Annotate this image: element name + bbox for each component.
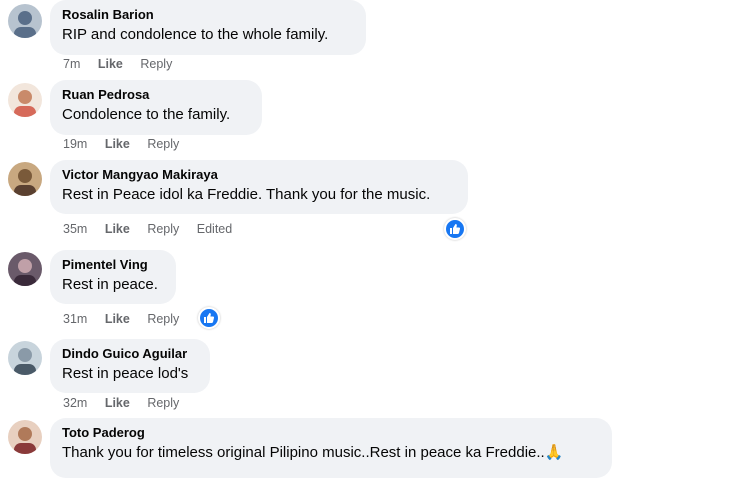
comment-bubble: Toto Paderog Thank you for timeless orig… [50, 418, 612, 478]
comment-actions: 32m Like Reply [63, 396, 193, 410]
comment-actions: 31m Like Reply [63, 312, 193, 326]
comment-time[interactable]: 31m [63, 312, 87, 326]
like-button[interactable]: Like [105, 312, 130, 326]
avatar[interactable] [8, 83, 42, 117]
comment-time[interactable]: 19m [63, 137, 87, 151]
comment-author[interactable]: Pimentel Ving [62, 256, 164, 274]
comment-text: RIP and condolence to the whole family. [62, 26, 329, 43]
comment-bubble: Ruan Pedrosa Condolence to the family. [50, 80, 262, 135]
avatar[interactable] [8, 420, 42, 454]
like-reaction-icon[interactable] [444, 218, 466, 240]
comment-text: Rest in peace. [62, 276, 158, 293]
comment-author[interactable]: Rosalin Barion [62, 6, 354, 24]
like-button[interactable]: Like [105, 222, 130, 236]
comment-author[interactable]: Toto Paderog [62, 424, 600, 442]
comment-time[interactable]: 32m [63, 396, 87, 410]
edited-label[interactable]: Edited [197, 222, 232, 236]
comment-text: Rest in peace lod's [62, 365, 189, 382]
comment-author[interactable]: Victor Mangyao Makiraya [62, 166, 456, 184]
like-button[interactable]: Like [105, 137, 130, 151]
comment-bubble: Victor Mangyao Makiraya Rest in Peace id… [50, 160, 468, 214]
comment-time[interactable]: 35m [63, 222, 87, 236]
reply-button[interactable]: Reply [147, 396, 179, 410]
comment-text: Thank you for timeless original Pilipino… [62, 444, 564, 461]
reply-button[interactable]: Reply [147, 312, 179, 326]
like-reaction-icon[interactable] [198, 307, 220, 329]
comment-text: Rest in Peace idol ka Freddie. Thank you… [62, 186, 431, 203]
avatar[interactable] [8, 252, 42, 286]
avatar[interactable] [8, 162, 42, 196]
avatar[interactable] [8, 4, 42, 38]
like-button[interactable]: Like [105, 396, 130, 410]
comment-author[interactable]: Ruan Pedrosa [62, 86, 250, 104]
comment-time[interactable]: 7m [63, 57, 80, 71]
comment-actions: 7m Like Reply [63, 57, 186, 71]
comment-actions: 19m Like Reply [63, 137, 193, 151]
reply-button[interactable]: Reply [147, 222, 179, 236]
avatar[interactable] [8, 341, 42, 375]
comment-text: Condolence to the family. [62, 106, 231, 123]
reply-button[interactable]: Reply [147, 137, 179, 151]
comment-bubble: Dindo Guico Aguilar Rest in peace lod's [50, 339, 210, 393]
comment-author[interactable]: Dindo Guico Aguilar [62, 345, 198, 363]
comment-bubble: Pimentel Ving Rest in peace. [50, 250, 176, 304]
reply-button[interactable]: Reply [140, 57, 172, 71]
like-button[interactable]: Like [98, 57, 123, 71]
comment-actions: 35m Like Reply Edited [63, 222, 246, 236]
comment-bubble: Rosalin Barion RIP and condolence to the… [50, 0, 366, 55]
